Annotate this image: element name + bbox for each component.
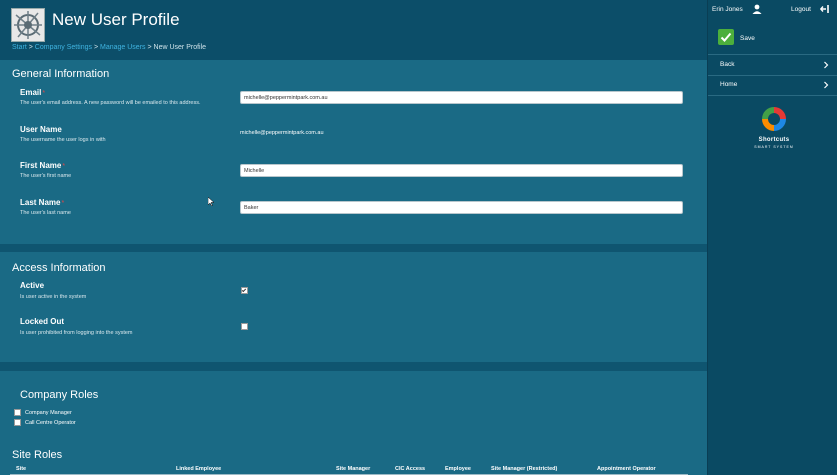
company-manager-label: Company Manager <box>25 409 72 416</box>
column-header-site-manager-restricted: Site Manager (Restricted) <box>491 466 558 472</box>
required-mark: * <box>62 163 66 170</box>
brand-logo: Shortcuts SMART SYSTEM <box>752 104 796 156</box>
locked-out-description: Is user prohibited from logging into the… <box>20 330 133 336</box>
username-description: The username the user logs in with <box>20 137 106 143</box>
active-description: Is user active in the system <box>20 294 87 300</box>
role-call-centre-operator[interactable]: Call Centre Operator <box>14 419 76 426</box>
breadcrumb-separator: > <box>28 44 33 51</box>
chevron-right-icon <box>824 81 829 89</box>
breadcrumb-separator: > <box>93 44 99 51</box>
email-input[interactable] <box>240 91 683 104</box>
page-title: New User Profile <box>52 10 180 29</box>
nav-back[interactable]: Back <box>708 55 837 75</box>
logout-link[interactable]: Logout <box>791 6 811 13</box>
breadcrumb-start-link[interactable]: Start <box>12 44 27 51</box>
active-checkbox[interactable] <box>241 287 248 294</box>
required-mark: * <box>42 90 46 97</box>
column-header-linked-employee: Linked Employee <box>176 466 222 472</box>
breadcrumb-company-settings-link[interactable]: Company Settings <box>35 44 92 51</box>
email-label: Email* <box>20 88 46 97</box>
last-name-description: The user's last name <box>20 210 71 216</box>
general-information-title: General Information <box>12 68 110 80</box>
company-roles-panel <box>0 371 707 475</box>
current-user-name: Erin Jones <box>712 6 743 13</box>
nav-back-label: Back <box>720 61 735 68</box>
user-icon[interactable] <box>752 4 762 14</box>
mouse-cursor-icon <box>208 197 214 206</box>
first-name-input[interactable] <box>240 164 683 177</box>
last-name-label: Last Name* <box>20 198 65 207</box>
first-name-description: The user's first name <box>20 173 72 179</box>
column-header-cic-access: CIC Access <box>395 466 426 472</box>
access-information-title: Access Information <box>12 262 106 274</box>
nav-home[interactable]: Home <box>708 75 837 95</box>
company-manager-checkbox[interactable] <box>14 409 21 416</box>
company-logo-icon <box>11 8 45 42</box>
breadcrumb-separator: > <box>147 44 152 51</box>
first-name-label: First Name* <box>20 161 66 170</box>
brand-tagline: SMART SYSTEM <box>754 145 794 149</box>
logout-icon[interactable] <box>820 4 830 14</box>
locked-out-checkbox[interactable] <box>241 323 248 330</box>
site-roles-title: Site Roles <box>12 449 63 461</box>
breadcrumb: Start > Company Settings > Manage Users … <box>12 44 206 51</box>
general-information-panel <box>0 60 707 244</box>
role-company-manager[interactable]: Company Manager <box>14 409 72 416</box>
username-value: michelle@peppermintpark.com.au <box>240 130 324 136</box>
column-header-site-manager: Site Manager <box>336 466 371 472</box>
chevron-right-icon <box>824 61 829 69</box>
call-centre-operator-label: Call Centre Operator <box>25 419 76 426</box>
nav-home-label: Home <box>720 81 738 88</box>
last-name-input[interactable] <box>240 201 683 214</box>
column-header-employee: Employee <box>445 466 471 472</box>
column-header-appointment-operator: Appointment Operator <box>597 466 656 472</box>
required-mark: * <box>61 200 65 207</box>
nav-divider <box>708 95 837 96</box>
save-button[interactable]: Save <box>716 29 830 49</box>
call-centre-operator-checkbox[interactable] <box>14 419 21 426</box>
breadcrumb-manage-users-link[interactable]: Manage Users <box>100 44 146 51</box>
main-content: New User Profile Start > Company Setting… <box>0 0 707 475</box>
email-description: The user's email address. A new password… <box>20 100 201 106</box>
save-label: Save <box>740 35 755 42</box>
column-header-site: Site <box>16 466 27 472</box>
access-information-panel <box>0 252 707 362</box>
company-roles-title: Company Roles <box>20 389 99 401</box>
page-header: New User Profile Start > Company Setting… <box>0 0 707 60</box>
locked-out-label: Locked Out <box>20 317 65 326</box>
shortcuts-logo-icon <box>762 107 786 131</box>
breadcrumb-current: New User Profile <box>153 44 207 51</box>
active-label: Active <box>20 281 45 290</box>
username-label: User Name <box>20 125 62 134</box>
brand-name: Shortcuts <box>758 137 790 143</box>
checkmark-icon <box>718 29 734 45</box>
